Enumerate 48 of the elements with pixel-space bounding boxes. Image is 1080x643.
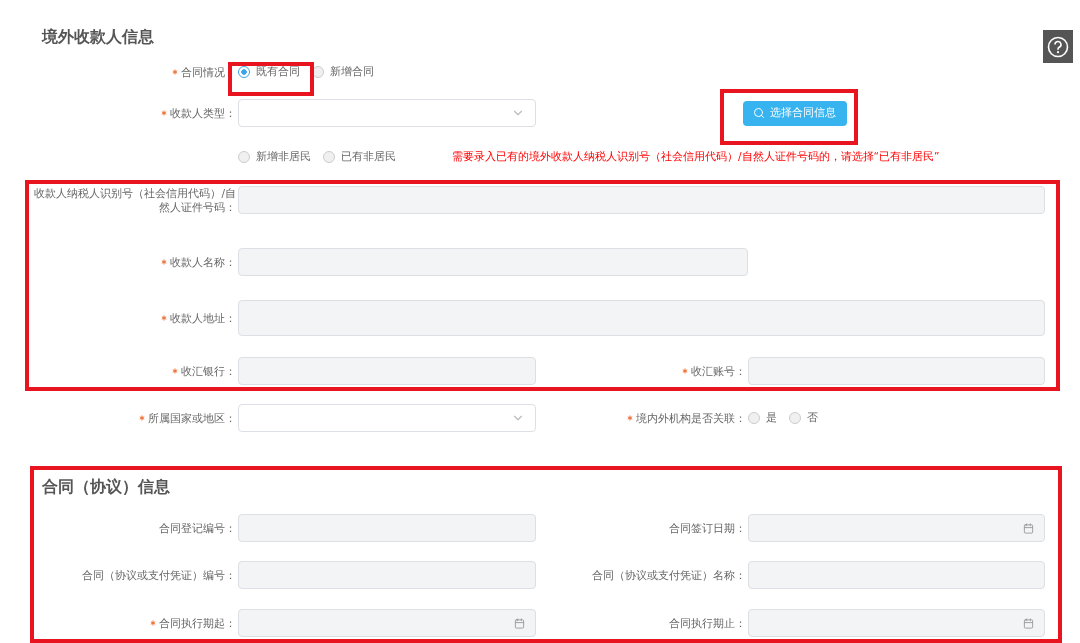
field-label: 合同签订日期：: [669, 521, 746, 535]
radio-option[interactable]: 否: [789, 411, 818, 425]
radio-icon: [323, 151, 335, 163]
search-icon: [753, 107, 765, 119]
input-field[interactable]: [238, 514, 536, 542]
radio-icon: [789, 412, 801, 424]
input-field[interactable]: [238, 186, 1045, 214]
field-label: 收汇账号：: [691, 364, 746, 378]
section-title: 境外收款人信息: [40, 26, 154, 48]
field-label: 境内外机构是否关联：: [636, 411, 746, 425]
field-label: 收款人名称：: [170, 255, 236, 269]
input-field[interactable]: [238, 248, 748, 276]
radio-option[interactable]: 既有合同: [238, 65, 300, 79]
date-field[interactable]: [748, 514, 1045, 542]
field-label: 所属国家或地区：: [148, 411, 236, 425]
section-title: 合同（协议）信息: [41, 476, 170, 498]
input-field[interactable]: [748, 357, 1045, 385]
radio-icon: [748, 412, 760, 424]
input-field[interactable]: [748, 561, 1045, 589]
field-label: 合同（协议或支付凭证）编号：: [82, 568, 236, 582]
radio-option[interactable]: 新增非居民: [238, 150, 311, 164]
notice-text: 需要录入已有的境外收款人纳税人识别号（社会信用代码）/自然人证件号码的，请选择“已有非居民”: [452, 150, 940, 164]
field-label: 收款人地址：: [170, 311, 236, 325]
radio-option[interactable]: 是: [748, 411, 777, 425]
select-field[interactable]: [238, 404, 536, 432]
help-icon: [1047, 35, 1069, 58]
field-label: 合同情况：: [181, 65, 236, 79]
radio-option[interactable]: 新增合同: [312, 65, 374, 79]
calendar-icon: [1023, 522, 1034, 534]
date-field[interactable]: [748, 609, 1045, 637]
field-label: 合同登记编号：: [159, 521, 236, 535]
text-area[interactable]: [238, 300, 1045, 336]
radio-icon: [238, 66, 250, 78]
field-label: 合同执行期起：: [159, 616, 236, 630]
field-label: 合同执行期止：: [669, 616, 746, 630]
field-label: 收款人类型：: [170, 106, 236, 120]
field-label: 收款人纳税人识别号（社会信用代码）/自然人证件号码：: [33, 186, 236, 214]
input-field[interactable]: [238, 357, 536, 385]
calendar-icon: [514, 617, 525, 629]
calendar-icon: [1023, 617, 1034, 629]
help-button[interactable]: [1043, 30, 1073, 63]
radio-option[interactable]: 已有非居民: [323, 150, 396, 164]
date-field[interactable]: [238, 609, 536, 637]
field-label: 收汇银行：: [181, 364, 236, 378]
select-field[interactable]: [238, 99, 536, 127]
radio-icon: [238, 151, 250, 163]
field-label: 合同（协议或支付凭证）名称：: [592, 568, 746, 582]
input-field[interactable]: [238, 561, 536, 589]
